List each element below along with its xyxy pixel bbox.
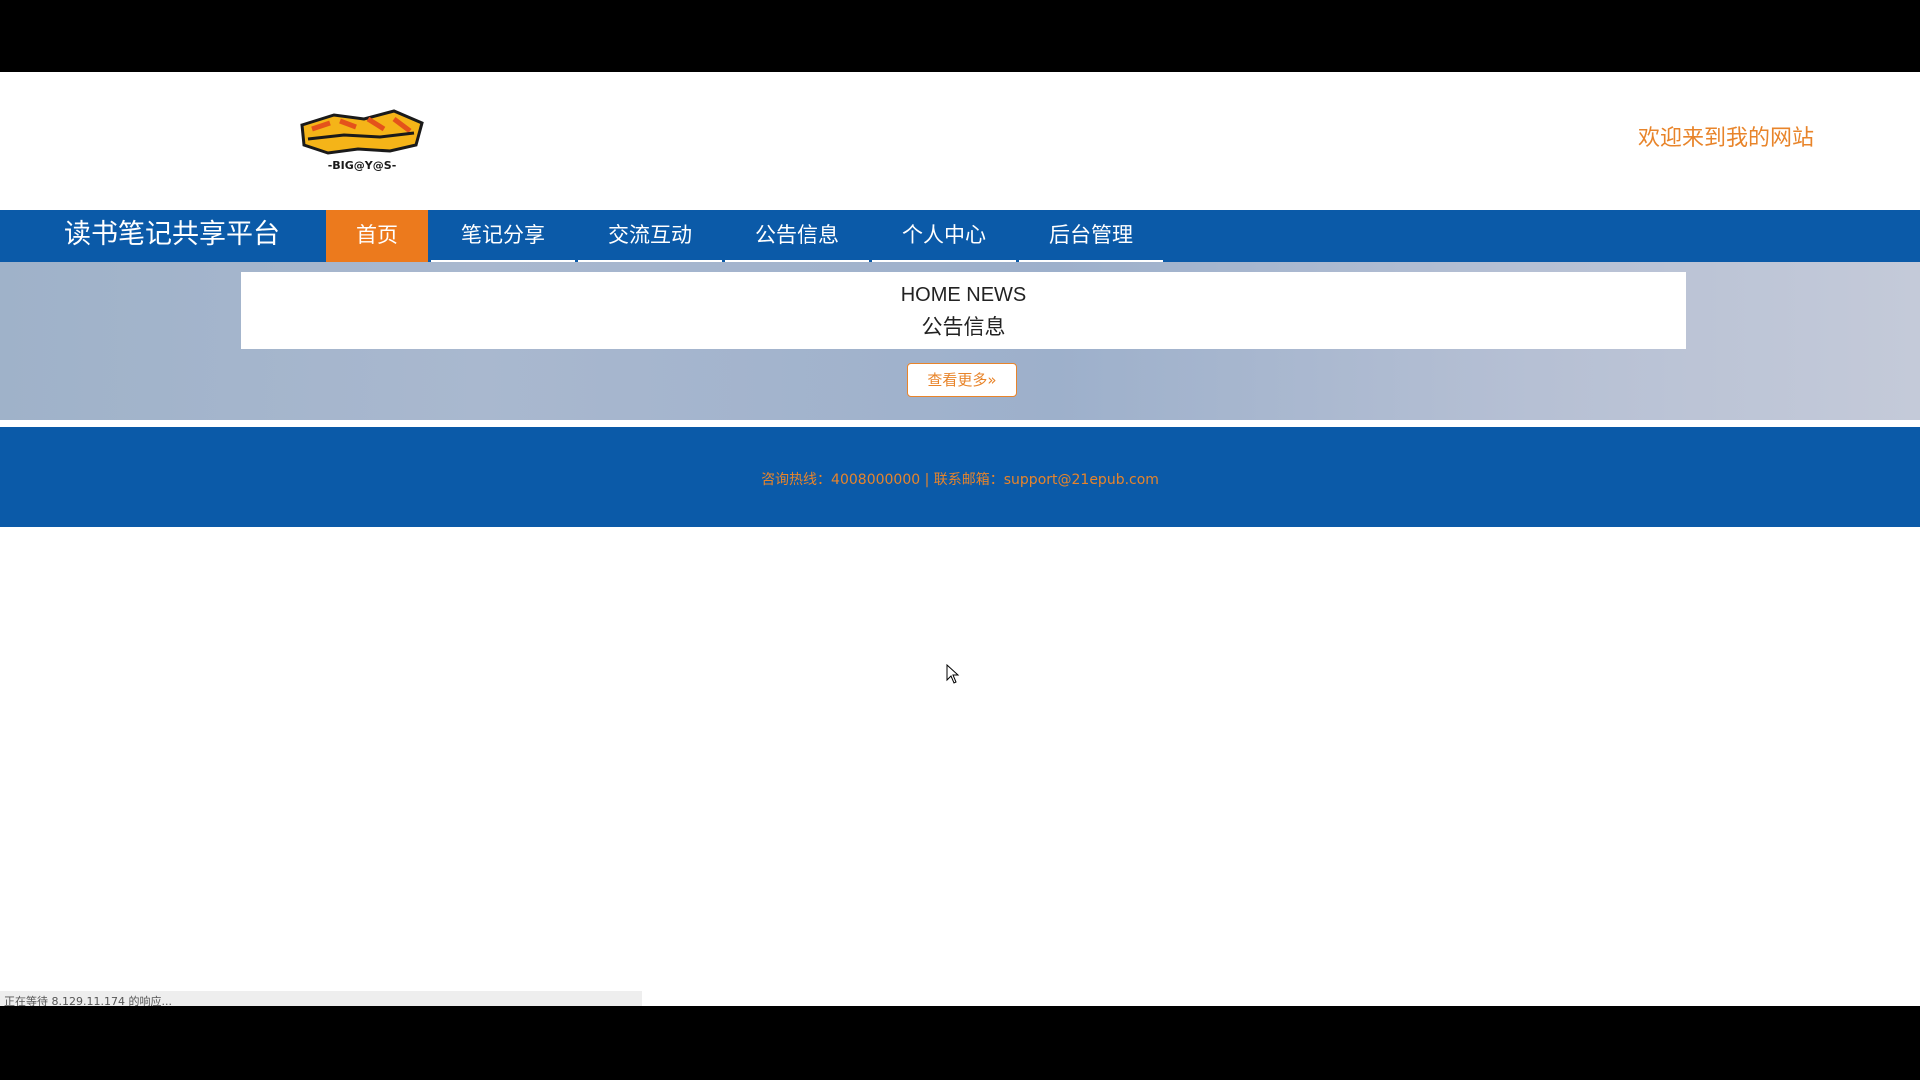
nav-item-notes-share[interactable]: 笔记分享 bbox=[431, 210, 575, 262]
double-chevron-right-icon: » bbox=[987, 371, 997, 389]
browser-status-bar: 正在等待 8.129.11.174 的响应... bbox=[0, 991, 642, 1006]
welcome-text: 欢迎来到我的网站 bbox=[1637, 126, 1814, 151]
browser-viewport: -BIG@Y@S- 欢迎来到我的网站 读书笔记共享平台 首页 笔记分享 交流互动… bbox=[0, 72, 1920, 1006]
view-more-label: 查看更多 bbox=[927, 371, 988, 389]
news-title-en: HOME NEWS bbox=[900, 284, 1027, 306]
divider bbox=[0, 420, 1920, 427]
status-text: 正在等待 8.129.11.174 的响应... bbox=[4, 995, 172, 1006]
nav-item-personal-center[interactable]: 个人中心 bbox=[872, 210, 1016, 262]
logo-text: -BIG@Y@S- bbox=[328, 159, 397, 172]
nav-item-home[interactable]: 首页 bbox=[326, 210, 428, 262]
nav-item-announcements[interactable]: 公告信息 bbox=[725, 210, 869, 262]
site-title[interactable]: 读书笔记共享平台 bbox=[64, 210, 280, 262]
footer-contact: 咨询热线：4008000000 | 联系邮箱：support@21epub.co… bbox=[761, 472, 1159, 488]
nav-item-interaction[interactable]: 交流互动 bbox=[578, 210, 722, 262]
view-more-button[interactable]: 查看更多» bbox=[907, 363, 1017, 397]
nav-list: 首页 笔记分享 交流互动 公告信息 个人中心 后台管理 bbox=[326, 210, 1166, 262]
news-banner: HOME NEWS 公告信息 查看更多» bbox=[0, 262, 1920, 420]
news-title-cn: 公告信息 bbox=[921, 315, 1006, 339]
news-heading-box: HOME NEWS 公告信息 bbox=[241, 272, 1686, 349]
site-header: -BIG@Y@S- 欢迎来到我的网站 bbox=[0, 72, 1920, 210]
main-nav: 读书笔记共享平台 首页 笔记分享 交流互动 公告信息 个人中心 后台管理 bbox=[0, 210, 1920, 262]
mouse-cursor-icon bbox=[946, 664, 960, 684]
site-logo[interactable]: -BIG@Y@S- bbox=[294, 105, 430, 177]
site-footer: 咨询热线：4008000000 | 联系邮箱：support@21epub.co… bbox=[0, 427, 1920, 527]
nav-item-admin[interactable]: 后台管理 bbox=[1019, 210, 1163, 262]
